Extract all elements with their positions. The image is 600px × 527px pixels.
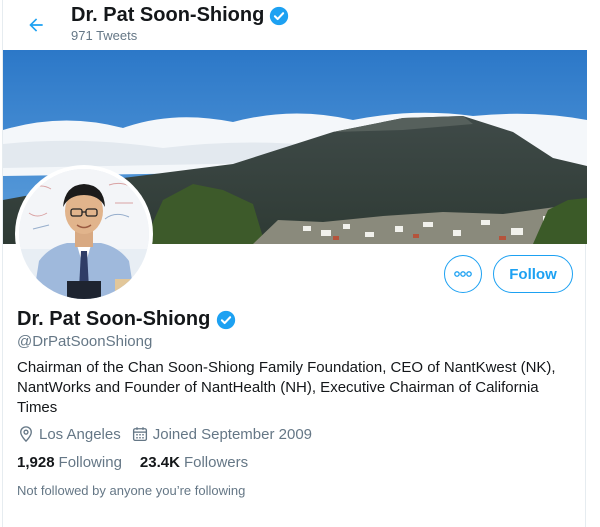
avatar-image: [19, 169, 149, 299]
following-label: Following: [58, 454, 122, 471]
header-title: Dr. Pat Soon-Shiong: [71, 4, 290, 27]
follow-stats: 1,928 Following 23.4K Followers: [17, 454, 266, 471]
profile-page: Dr. Pat Soon-Shiong 971 Tweets Follow Dr…: [2, 0, 587, 527]
profile-name-text: Dr. Pat Soon-Shiong: [17, 308, 211, 330]
header-name-text: Dr. Pat Soon-Shiong: [71, 4, 265, 26]
profile-header: Dr. Pat Soon-Shiong 971 Tweets: [3, 0, 587, 50]
profile-bio: Chairman of the Chan Soon-Shiong Family …: [17, 359, 556, 416]
not-followed-note: Not followed by anyone you’re following: [17, 483, 246, 498]
verified-badge-icon: [217, 310, 236, 329]
profile-name: Dr. Pat Soon-Shiong: [17, 308, 237, 331]
followers-count: 23.4K: [139, 454, 180, 471]
profile-handle: @DrPatSoonShiong: [17, 333, 153, 350]
more-options-button[interactable]: [444, 255, 482, 293]
location-text: Los Angeles: [39, 425, 121, 443]
followers-label: Followers: [183, 454, 249, 471]
back-button[interactable]: [21, 10, 51, 40]
verified-badge-icon: [270, 6, 289, 25]
following-link[interactable]: 1,928 Following: [17, 454, 122, 471]
followers-link[interactable]: 23.4K Followers: [140, 454, 248, 471]
arrow-left-icon: [29, 18, 43, 32]
calendar-icon: [132, 427, 147, 442]
profile-meta: Los Angeles Joined September 2009: [17, 425, 322, 443]
location-item: Los Angeles: [17, 425, 121, 443]
more-dots-icon: [454, 271, 472, 277]
joined-text: Joined September 2009: [152, 425, 313, 443]
follow-button[interactable]: Follow: [493, 255, 573, 293]
avatar[interactable]: [15, 165, 153, 303]
following-count: 1,928: [17, 454, 55, 471]
tweet-count: 971 Tweets: [71, 28, 138, 43]
location-pin-icon: [20, 426, 32, 443]
joined-item: Joined September 2009: [131, 425, 312, 443]
